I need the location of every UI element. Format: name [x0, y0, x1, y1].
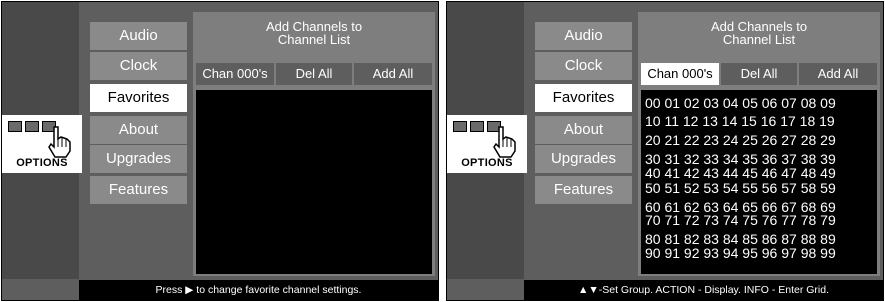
options-icon: OPTIONS: [2, 115, 82, 173]
menu-item-about[interactable]: About: [90, 116, 187, 144]
add-channels-panel: Add Channels to Channel List Chan 000's …: [638, 12, 880, 276]
channel-grid-row[interactable]: 30 31 32 33 34 35 36 37 38 39: [645, 152, 836, 166]
channel-grid-row[interactable]: 70 71 72 73 74 75 76 77 78 79: [645, 213, 836, 227]
menu-item-favorites[interactable]: Favorites: [535, 84, 632, 112]
status-bar: ▲▼-Set Group. ACTION - Display. INFO - E…: [524, 280, 883, 300]
options-icon: OPTIONS: [447, 115, 527, 173]
panel-title: Add Channels to Channel List: [265, 19, 363, 47]
hand-pointer-icon: [48, 126, 71, 158]
tab-add-all[interactable]: Add All: [354, 63, 432, 85]
tab-add-all[interactable]: Add All: [799, 63, 877, 85]
menu-item-features[interactable]: Features: [90, 176, 187, 204]
menu-item-clock[interactable]: Clock: [535, 52, 632, 80]
channel-grid-row[interactable]: 80 81 82 83 84 85 86 87 88 89: [645, 232, 836, 246]
channel-grid-row[interactable]: 40 41 42 43 44 45 46 47 48 49: [645, 166, 836, 180]
status-text-end: to change favorite channel settings.: [196, 284, 362, 296]
menu-item-upgrades[interactable]: Upgrades: [90, 145, 187, 173]
menu-item-upgrades[interactable]: Upgrades: [535, 145, 632, 173]
tv-screen-favorites-grid: Audio Clock Favorites About Upgrades Fea…: [446, 1, 884, 301]
menu-item-features[interactable]: Features: [535, 176, 632, 204]
channel-grid-empty: [196, 90, 432, 274]
play-arrow-icon: ▶: [185, 284, 194, 296]
channel-grid[interactable]: 00 01 02 03 04 05 06 07 08 09 10 11 12 1…: [641, 90, 877, 274]
status-text-start: Press: [155, 284, 183, 296]
menu-item-audio[interactable]: Audio: [90, 22, 187, 50]
tab-chan-000s[interactable]: Chan 000's: [641, 63, 719, 85]
panel-tabs: Chan 000's Del All Add All: [196, 63, 432, 85]
channel-grid-row[interactable]: 00 01 02 03 04 05 06 07 08 09: [645, 96, 836, 110]
status-bar: Press ▶ to change favorite channel setti…: [79, 280, 438, 300]
menu-item-clock[interactable]: Clock: [90, 52, 187, 80]
add-channels-panel: Add Channels to Channel List Chan 000's …: [193, 12, 435, 276]
panel-title: Add Channels to Channel List: [710, 19, 808, 47]
menu-item-about[interactable]: About: [535, 116, 632, 144]
up-down-arrows-icon: ▲▼: [577, 284, 599, 296]
channel-grid-row[interactable]: 90 91 92 93 94 95 96 97 98 99: [645, 246, 836, 260]
channel-grid-row[interactable]: 10 11 12 13 14 15 16 17 18 19: [645, 114, 835, 128]
tab-del-all[interactable]: Del All: [721, 63, 797, 85]
channel-grid-row[interactable]: 20 21 22 23 24 25 26 27 28 29: [645, 133, 836, 147]
options-label: OPTIONS: [461, 157, 513, 169]
panel-tabs: Chan 000's Del All Add All: [641, 63, 877, 85]
tab-del-all[interactable]: Del All: [276, 63, 352, 85]
tv-screen-favorites-empty: Audio Clock Favorites About Upgrades Fea…: [1, 1, 439, 301]
channel-grid-row[interactable]: 50 51 52 53 54 55 56 57 58 59: [645, 181, 836, 195]
tab-chan-000s[interactable]: Chan 000's: [196, 63, 274, 85]
options-label: OPTIONS: [16, 157, 68, 169]
menu-item-favorites[interactable]: Favorites: [90, 84, 187, 112]
hand-pointer-icon: [493, 126, 516, 158]
menu-item-audio[interactable]: Audio: [535, 22, 632, 50]
status-text-end: -Set Group. ACTION - Display. INFO - Ent…: [598, 284, 830, 296]
